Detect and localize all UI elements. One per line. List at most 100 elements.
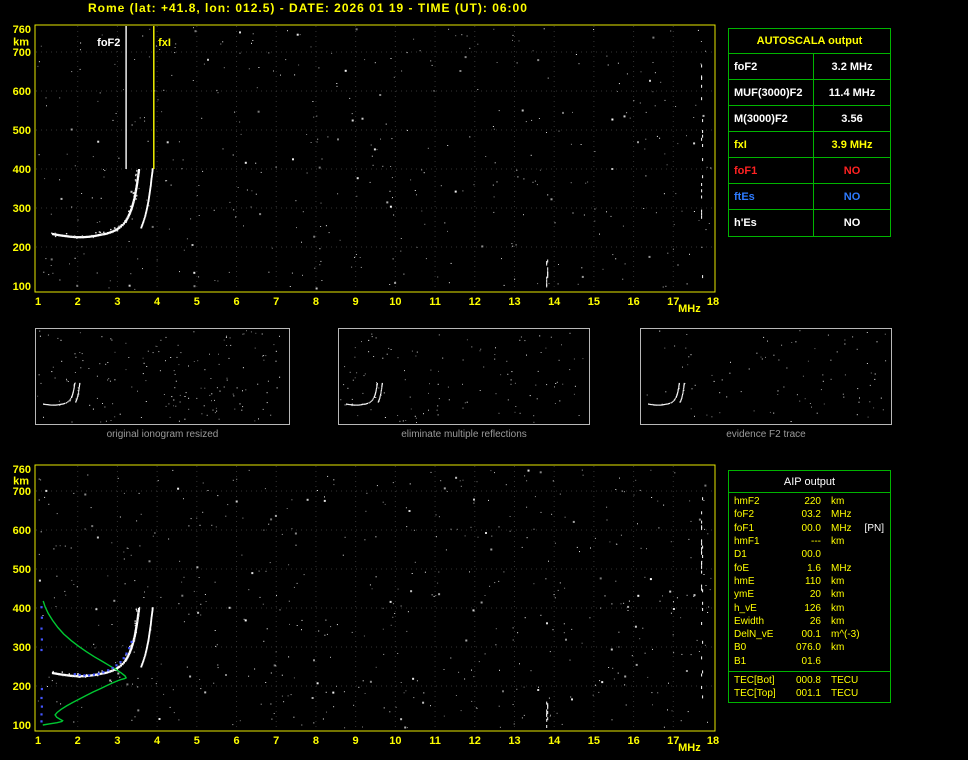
autoscala-output-table: AUTOSCALA output foF2 3.2 MHz MUF(3000)F2 1… xyxy=(728,28,891,237)
autoscala-param-label: ftEs xyxy=(734,191,755,203)
autoscala-row-foF2: foF2 3.2 MHz xyxy=(729,54,890,80)
y-tick-label: 760 xyxy=(13,24,31,36)
aip-param-label: Ewidth xyxy=(734,615,765,627)
aip-row-D1: D1 00.0 xyxy=(729,548,890,561)
x-tick-label: 16 xyxy=(627,735,639,747)
aip-param-label: foE xyxy=(734,562,750,574)
aip-param-value: 000.8 xyxy=(795,675,821,686)
y-tick-label: 760 xyxy=(13,464,31,476)
marker-label-fxI: fxI xyxy=(158,37,171,49)
autoscala-param-value: NO xyxy=(813,210,890,236)
autoscala-param-label: fxI xyxy=(734,139,747,151)
y-tick-label: 700 xyxy=(13,486,31,498)
x-tick-label: 18 xyxy=(707,296,719,308)
scaled-ionogram-svg: foF2 fxI760700600500400300200100km1 2 3 4 5 6 7… xyxy=(13,24,719,315)
aip-param-unit: MHz xyxy=(831,522,852,534)
aip-param-unit: km xyxy=(831,642,845,654)
x-tick-label: 7 xyxy=(273,735,279,747)
x-tick-label: 3 xyxy=(114,296,120,308)
autoscala-param-value: NO xyxy=(813,184,890,209)
autoscala-param-value: 3.2 MHz xyxy=(813,54,890,79)
y-tick-label: 100 xyxy=(13,281,31,293)
y-tick-label: 600 xyxy=(13,525,31,537)
y-tick-label: 500 xyxy=(13,125,31,137)
aip-param-label: DelN_vE xyxy=(734,629,774,641)
y-tick-label: 700 xyxy=(13,47,31,59)
aip-param-unit: km xyxy=(831,536,845,548)
x-tick-label: 13 xyxy=(508,735,520,747)
aip-param-value: 00.1 xyxy=(801,629,821,641)
aip-param-unit: km xyxy=(831,589,845,601)
x-tick-label: 15 xyxy=(588,735,600,747)
aip-param-label: D1 xyxy=(734,549,747,561)
aip-param-unit: TECU xyxy=(831,688,859,700)
aip-param-flag: [PN] xyxy=(864,522,884,534)
aip-param-value: 00.0 xyxy=(801,522,821,534)
aip-param-value: 220 xyxy=(804,496,821,508)
x-tick-label: 7 xyxy=(273,296,279,308)
x-tick-label: 12 xyxy=(469,296,481,308)
x-tick-label: 1 xyxy=(35,735,41,747)
aip-param-value: 01.6 xyxy=(801,655,821,667)
aip-row-foF1: foF1 00.0 MHz [PN] xyxy=(729,522,890,535)
x-tick-label: 2 xyxy=(75,735,81,747)
aip-param-value: --- xyxy=(811,536,821,548)
x-tick-label: 18 xyxy=(707,735,719,747)
aip-param-unit: km xyxy=(831,602,845,614)
y-tick-label: 500 xyxy=(13,564,31,576)
autoscala-param-label: M(3000)F2 xyxy=(734,113,788,125)
x-tick-label: 10 xyxy=(389,735,401,747)
x-tick-label: 15 xyxy=(588,296,600,308)
aip-row-foE: foE 1.6 MHz xyxy=(729,561,890,574)
autoscala-param-label: h'Es xyxy=(734,217,757,229)
autoscala-param-label: foF2 xyxy=(734,61,758,73)
thumb2-svg xyxy=(646,330,887,422)
y-tick-label: 200 xyxy=(13,242,31,254)
aip-param-label: B1 xyxy=(734,655,747,667)
aip-tec-rows: TEC[Bot] 000.8 TECU TEC[Top] 001.1 TECU xyxy=(729,670,890,701)
x-tick-label: 1 xyxy=(35,296,41,308)
y-tick-label: 200 xyxy=(13,681,31,693)
aip-param-label: hmF2 xyxy=(734,496,760,508)
x-tick-label: 14 xyxy=(548,296,561,308)
aip-row-B0: B0 076.0 km xyxy=(729,641,890,654)
x-tick-label: 4 xyxy=(154,296,161,308)
profile-ionogram-plot: 760 700 600 500 400 300 200 100 km 1 2 3 4 5 6 7 8 9 10 11 1… xyxy=(0,460,730,755)
y-tick-label: 400 xyxy=(13,603,31,615)
aip-param-unit: km xyxy=(831,496,845,508)
x-tick-label: 14 xyxy=(548,735,561,747)
aip-param-label: ymE xyxy=(734,589,754,601)
aip-param-value: 001.1 xyxy=(795,688,821,700)
aip-param-value: 1.6 xyxy=(807,562,821,574)
thumbnail-caption-f2trace: evidence F2 trace xyxy=(726,429,806,440)
thumb1-svg xyxy=(340,332,584,423)
aip-param-label: B0 xyxy=(734,642,747,654)
aip-output-table: AIP output hmF2 220 km foF2 03.2 MHz foF1 00.0 M… xyxy=(728,470,891,704)
autoscala-param-value: 11.4 MHz xyxy=(813,80,890,105)
x-tick-label: 9 xyxy=(353,735,359,747)
autoscala-row-M(3000)F2: M(3000)F2 3.56 xyxy=(729,106,890,132)
aip-param-label: hmE xyxy=(734,575,755,587)
aip-param-unit: TECU xyxy=(831,675,859,686)
x-axis-unit: MHz xyxy=(678,742,701,754)
y-tick-label: 100 xyxy=(13,720,31,732)
autoscala-param-value: NO xyxy=(813,158,890,183)
autoscala-param-value: 3.56 xyxy=(813,106,890,131)
aip-param-unit: MHz xyxy=(831,509,852,521)
x-tick-label: 2 xyxy=(75,296,81,308)
autoscala-param-label: foF1 xyxy=(734,165,758,177)
aip-row-hmF1: hmF1 --- km xyxy=(729,535,890,548)
autoscala-table-rows: foF2 3.2 MHz MUF(3000)F2 11.4 MHz M(3000)F2 3… xyxy=(729,54,890,236)
aip-param-unit: km xyxy=(831,615,845,627)
y-tick-label: 300 xyxy=(13,642,31,654)
y-axis-unit: km xyxy=(13,476,29,488)
x-tick-label: 8 xyxy=(313,296,319,308)
scaled-ionogram-plot: foF2 fxI 760 700 600 500 400 300 200 100 km 1 2 3 4 5 6 7… xyxy=(0,20,730,320)
x-tick-label: 4 xyxy=(154,735,161,747)
aip-param-label: foF1 xyxy=(734,522,755,534)
autoscala-row-h'Es: h'Es NO xyxy=(729,210,890,236)
x-tick-label: 6 xyxy=(233,296,239,308)
y-tick-label: 300 xyxy=(13,203,31,215)
aip-row-TEC[Top]: TEC[Top] 001.1 TECU xyxy=(729,687,890,700)
aip-row-foF2: foF2 03.2 MHz xyxy=(729,508,890,521)
